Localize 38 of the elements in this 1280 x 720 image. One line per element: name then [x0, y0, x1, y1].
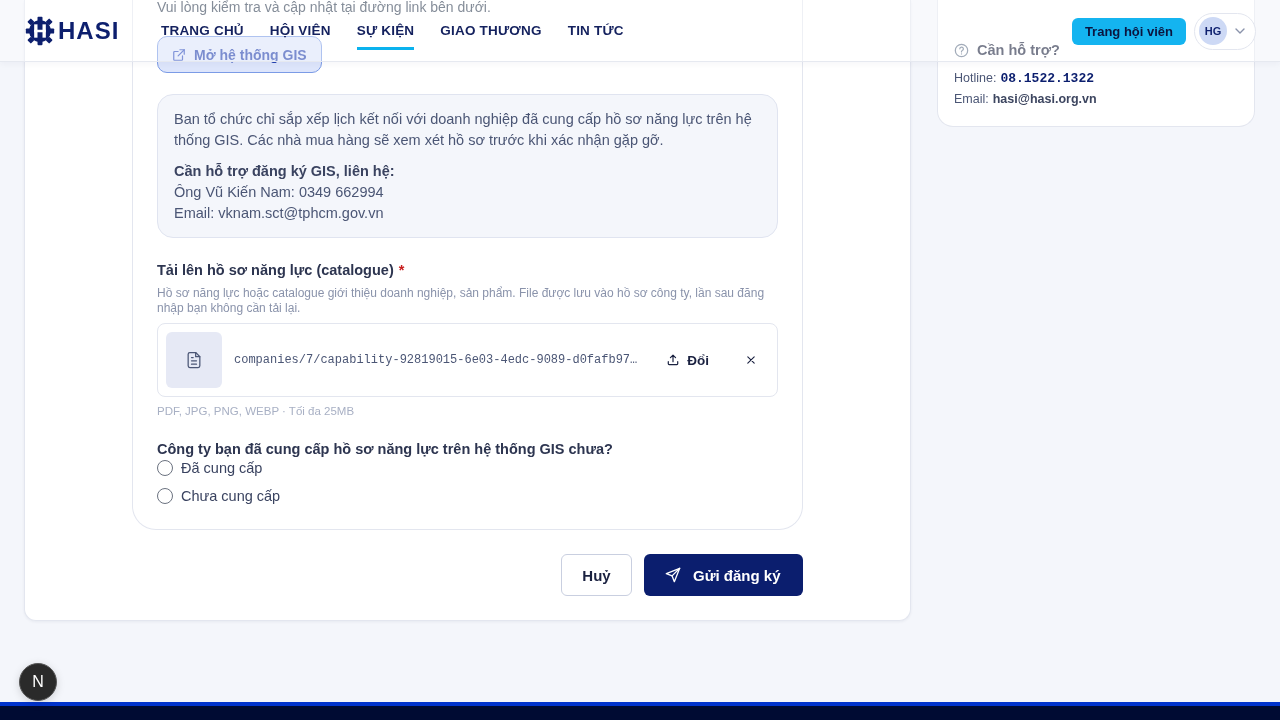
file-upload-field[interactable]: companies/7/capability-92819015-6e03-4edc-9089-d0fafb97… Đổi	[157, 323, 778, 397]
radio-button[interactable]	[157, 460, 173, 476]
upload-help-text: Hồ sơ năng lực hoặc catalogue giới thiệu doanh nghiệp, sản phẩm. File được lưu vào hồ sơ công ty, lần sau đăng nhập bạn không cần tải lại.	[157, 286, 766, 316]
contact-label: Email:	[954, 91, 989, 108]
radio-button[interactable]	[157, 488, 173, 504]
question-label: Công ty bạn đã cung cấp hồ sơ năng lực trên hệ thống GIS chưa?	[157, 440, 614, 458]
radio-label[interactable]: Chưa cung cấp	[181, 488, 281, 504]
remove-file-button[interactable]	[747, 356, 755, 364]
dev-tools-badge[interactable]: N	[19, 663, 57, 701]
cancel-button[interactable]: Huỷ	[561, 554, 632, 596]
file-format-hint: PDF, JPG, PNG, WEBP · Tối đa 25MB	[157, 404, 356, 418]
help-circle-icon	[954, 42, 969, 58]
logo-text[interactable]: HASI	[58, 17, 120, 45]
document-icon	[166, 332, 222, 388]
chevron-down-icon	[1235, 28, 1245, 34]
send-icon	[665, 567, 681, 583]
change-file-button[interactable]: Đổi	[663, 346, 713, 374]
notice-text: Vui lòng kiểm tra và cập nhật tại đường link bên dưới.	[157, 0, 492, 14]
file-path: companies/7/capability-92819015-6e03-4edc-9089-d0fafb97…	[234, 353, 639, 367]
contact-line: Ông Vũ Kiến Nam: 0349 662994	[174, 183, 385, 202]
contact-label: Hotline:	[954, 70, 997, 87]
support-email[interactable]: hasi@hasi.org.vn	[992, 89, 1097, 110]
nav-tab[interactable]: TIN TỨC	[567, 22, 624, 40]
contact-line: Email: vknam.sct@tphcm.gov.vn	[174, 204, 385, 223]
info-text: Ban tổ chức chỉ sắp xếp lịch kết nối với doanh nghiệp đã cung cấp hồ sơ năng lực trên hệ thống GIS. Các nhà mua hàng sẽ xem xét hồ sơ trước khi xác nhận gặp gỡ.	[174, 110, 753, 150]
upload-label: Tải lên hồ sơ năng lực (catalogue)	[157, 261, 394, 280]
support-title: Cần hỗ trợ?	[977, 42, 1060, 58]
external-link-icon	[172, 47, 186, 62]
member-page-button[interactable]: Trang hội viên	[1071, 17, 1186, 45]
close-icon	[747, 356, 755, 364]
radio-label[interactable]: Đã cung cấp	[181, 460, 263, 476]
nav-tab[interactable]: GIAO THƯƠNG	[440, 22, 542, 40]
submit-button[interactable]: Gửi đăng ký	[644, 554, 803, 596]
upload-icon	[667, 354, 680, 366]
contact-title: Cần hỗ trợ đăng ký GIS, liên hệ:	[174, 162, 396, 181]
required-mark: *	[398, 261, 405, 280]
avatar-initials: HG	[1199, 17, 1227, 45]
hotline-number[interactable]: 08.1522.1322	[1000, 68, 1094, 89]
